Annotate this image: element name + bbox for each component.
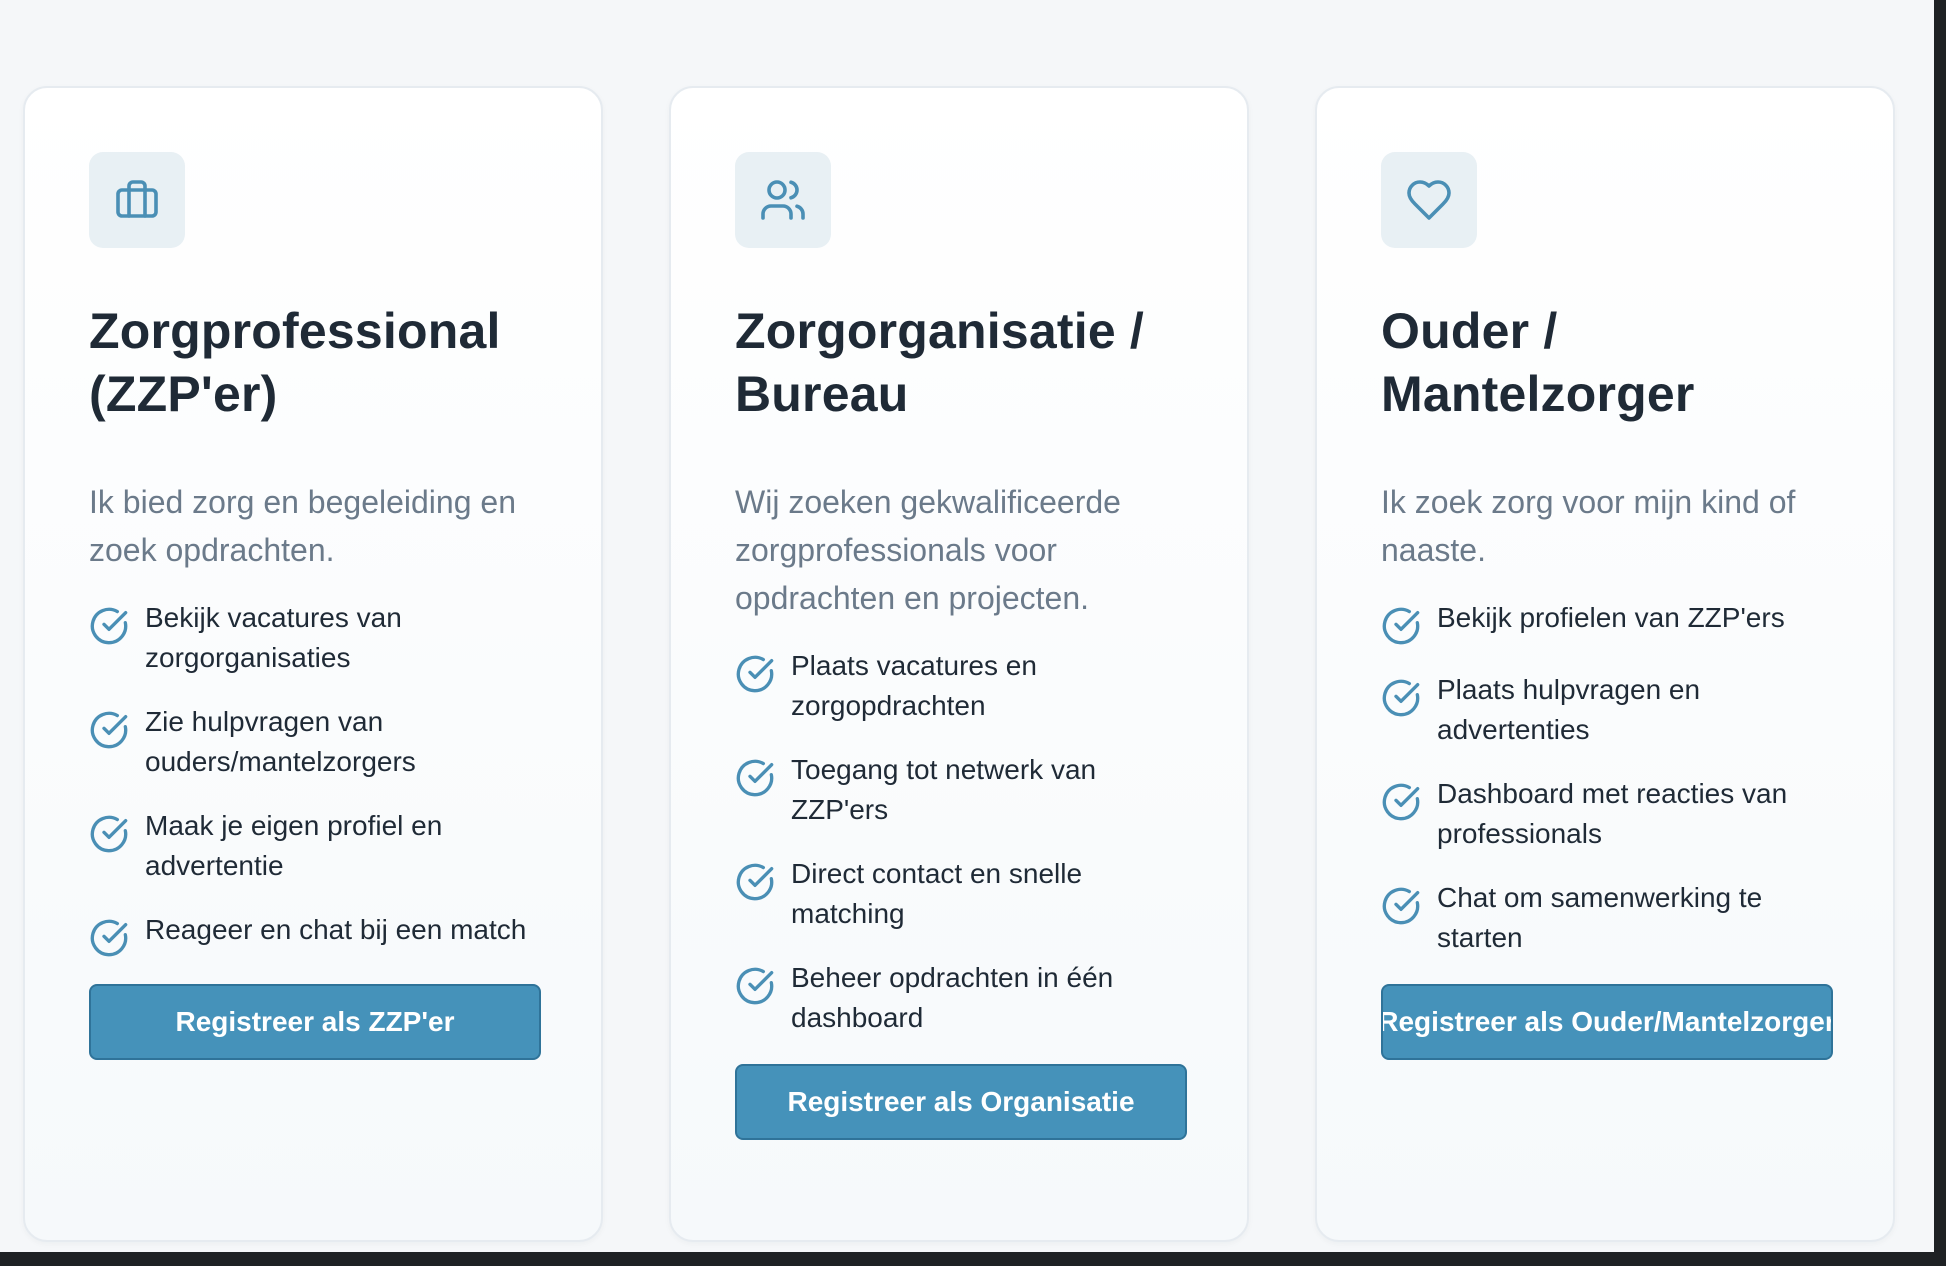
register-zzp-button[interactable]: Registreer als ZZP'er [89,984,541,1060]
card-title-line2: Mantelzorger [1381,366,1695,422]
feature-text: Toegang tot netwerk van ZZP'ers [791,754,1097,825]
feature-text: Zie hulpvragen van ouders/mantelzorgers [145,706,416,777]
card-title-line2: Bureau [735,366,909,422]
heart-icon-container [1381,152,1477,248]
users-icon-container [735,152,831,248]
feature-item: Dashboard met reacties van professionals [1381,774,1829,854]
check-circle-icon [1382,783,1420,821]
card-mantelzorger: Ouder / Mantelzorger Ik zoek zorg voor m… [1315,86,1895,1242]
briefcase-icon [116,180,158,218]
check-circle-icon [736,863,774,901]
card-title-line1: Zorgorganisatie / [735,303,1145,359]
role-cards: Zorgprofessional (ZZP'er) Ik bied zorg e… [23,86,1895,1242]
feature-item: Toegang tot netwerk van ZZP'ers [735,750,1183,830]
feature-text: Plaats vacatures en zorgopdrachten [791,650,1037,721]
check-circle-icon [1382,607,1420,645]
feature-text: Direct contact en snelle matching [791,858,1083,929]
feature-list: Bekijk vacatures van zorgorganisaties Zi… [89,598,537,958]
window-edge-bottom [0,1252,1946,1266]
page-background: Zorgprofessional (ZZP'er) Ik bied zorg e… [0,0,1934,1252]
card-description: Ik zoek zorg voor mijn kind of naaste. [1381,484,1796,568]
card-title: Zorgprofessional (ZZP'er) [89,300,537,426]
feature-text: Chat om samenwerking te starten [1437,882,1763,953]
heart-icon [1407,180,1451,220]
feature-item: Reageer en chat bij een match [89,910,537,958]
check-circle-icon [90,815,128,853]
check-circle-icon [736,655,774,693]
feature-item: Plaats hulpvragen en advertenties [1381,670,1829,750]
register-organisatie-button[interactable]: Registreer als Organisatie [735,1064,1187,1140]
check-circle-icon [736,759,774,797]
feature-text: Bekijk vacatures van zorgorganisaties [145,602,402,673]
feature-text: Dashboard met reacties van professionals [1437,778,1788,849]
card-title-line1: Zorgprofessional [89,303,501,359]
card-title-line2: (ZZP'er) [89,366,278,422]
card-zzp: Zorgprofessional (ZZP'er) Ik bied zorg e… [23,86,603,1242]
users-icon [761,180,805,220]
check-circle-icon [90,919,128,957]
feature-text: Maak je eigen profiel en advertentie [145,810,443,881]
card-description: Ik bied zorg en begeleiding en zoek opdr… [89,484,516,568]
register-mantelzorger-button[interactable]: Registreer als Ouder/Mantelzorger [1381,984,1833,1060]
check-circle-icon [90,607,128,645]
feature-item: Bekijk profielen van ZZP'ers [1381,598,1829,646]
window-edge-right [1934,0,1946,1266]
check-circle-icon [1382,887,1420,925]
check-circle-icon [736,967,774,1005]
feature-list: Bekijk profielen van ZZP'ers Plaats hulp… [1381,598,1829,958]
feature-item: Bekijk vacatures van zorgorganisaties [89,598,537,678]
feature-item: Maak je eigen profiel en advertentie [89,806,537,886]
feature-item: Plaats vacatures en zorgopdrachten [735,646,1183,726]
card-title: Ouder / Mantelzorger [1381,300,1829,426]
feature-item: Direct contact en snelle matching [735,854,1183,934]
card-title: Zorgorganisatie / Bureau [735,300,1183,426]
feature-item: Zie hulpvragen van ouders/mantelzorgers [89,702,537,782]
check-circle-icon [1382,679,1420,717]
feature-text: Plaats hulpvragen en advertenties [1437,674,1701,745]
feature-text: Reageer en chat bij een match [145,914,527,945]
card-description: Wij zoeken gekwalificeerde zorgprofessio… [735,484,1121,616]
feature-item: Beheer opdrachten in één dashboard [735,958,1183,1038]
feature-item: Chat om samenwerking te starten [1381,878,1829,958]
feature-list: Plaats vacatures en zorgopdrachten Toega… [735,646,1183,1038]
check-circle-icon [90,711,128,749]
briefcase-icon-container [89,152,185,248]
card-organisatie: Zorgorganisatie / Bureau Wij zoeken gekw… [669,86,1249,1242]
card-title-line1: Ouder / [1381,303,1558,359]
feature-text: Beheer opdrachten in één dashboard [791,962,1114,1033]
feature-text: Bekijk profielen van ZZP'ers [1437,602,1785,633]
